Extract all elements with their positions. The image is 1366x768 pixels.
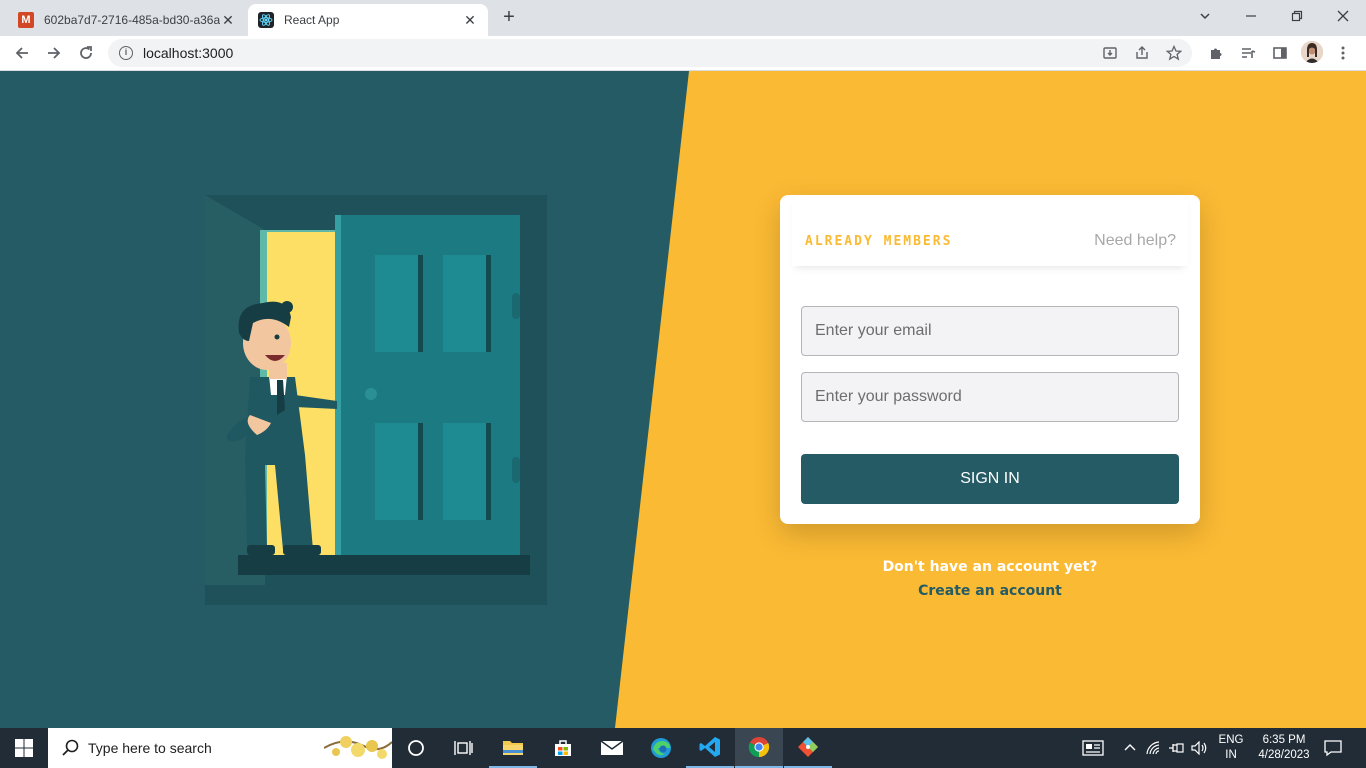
m-icon: M [18,12,34,28]
media-queue-icon[interactable] [1236,41,1260,65]
vscode-icon[interactable] [686,728,734,768]
back-arrow-icon[interactable] [10,41,34,65]
windows-taskbar: Type here to search ENG IN 6:35 PM 4/28/… [0,728,1366,768]
new-tab-button[interactable]: + [498,7,520,29]
notification-icon[interactable] [1323,738,1343,758]
store-icon[interactable] [539,728,587,768]
browser-menu-icon[interactable] [1331,41,1355,65]
system-clock[interactable]: 6:35 PM 4/28/2023 [1254,733,1314,763]
address-url: localhost:3000 [143,45,234,61]
address-bar[interactable]: i localhost:3000 [108,39,1192,67]
browser-tab-strip: M 602ba7d7-2716-485a-bd30-a36a ✕ React A… [0,0,1366,36]
login-page: ALREADY MEMBERS Need help? SIGN IN Don't… [0,71,1366,728]
close-tab-icon[interactable]: ✕ [462,12,478,28]
taskbar-search-box[interactable]: Type here to search [48,728,392,768]
browser-tab-inactive[interactable]: M 602ba7d7-2716-485a-bd30-a36a ✕ [8,4,246,36]
need-help-link[interactable]: Need help? [1094,232,1176,250]
battery-icon[interactable] [1166,738,1186,758]
chevron-up-icon[interactable] [1120,738,1140,758]
news-widget-icon[interactable] [1082,738,1104,758]
clock-time: 6:35 PM [1262,734,1306,746]
volume-icon[interactable] [1190,738,1210,758]
react-icon [258,12,274,28]
site-info-icon[interactable]: i [119,46,133,60]
restore-icon[interactable] [1274,0,1320,32]
close-tab-icon[interactable]: ✕ [220,12,236,28]
chrome-icon[interactable] [735,728,783,768]
task-view-icon[interactable] [440,728,488,768]
minimize-icon[interactable] [1228,0,1274,32]
close-window-icon[interactable] [1320,0,1366,32]
tab-title: React App [284,13,340,27]
clock-date: 4/28/2023 [1258,749,1310,761]
edge-icon[interactable] [637,728,685,768]
card-header: ALREADY MEMBERS Need help? [792,195,1188,266]
card-heading: ALREADY MEMBERS [805,234,953,249]
extensions-puzzle-icon[interactable] [1204,41,1228,65]
windows-start-icon[interactable] [0,728,48,768]
tab-search-icon[interactable] [1182,0,1228,32]
login-card: ALREADY MEMBERS Need help? SIGN IN [780,195,1200,524]
wifi-icon[interactable] [1144,738,1164,758]
input-language[interactable]: ENG IN [1216,733,1246,763]
language-code: ENG [1218,734,1244,746]
share-icon[interactable] [1130,41,1154,65]
forward-arrow-icon[interactable] [42,41,66,65]
reload-icon[interactable] [74,41,98,65]
signup-prompt-text: Don't have an account yet? [882,559,1098,575]
side-panel-icon[interactable] [1268,41,1292,65]
profile-avatar[interactable] [1301,41,1323,63]
welcome-door-illustration [205,195,547,605]
sign-in-button[interactable]: SIGN IN [801,454,1179,504]
taskbar-search-placeholder: Type here to search [88,740,212,756]
create-account-link[interactable]: Create an account [780,583,1200,599]
browser-tab-active[interactable]: React App ✕ [248,4,488,36]
browser-toolbar: i localhost:3000 [0,36,1366,71]
mail-icon[interactable] [588,728,636,768]
search-highlight-icon [324,736,392,759]
file-explorer-icon[interactable] [489,728,537,768]
bookmark-star-icon[interactable] [1162,41,1186,65]
password-input[interactable] [801,372,1179,422]
git-icon[interactable] [784,728,832,768]
tab-title: 602ba7d7-2716-485a-bd30-a36a [44,13,220,27]
cortana-icon[interactable] [392,728,440,768]
email-input[interactable] [801,306,1179,356]
install-app-icon[interactable] [1098,41,1122,65]
search-icon [62,739,79,756]
language-region: IN [1225,749,1237,761]
